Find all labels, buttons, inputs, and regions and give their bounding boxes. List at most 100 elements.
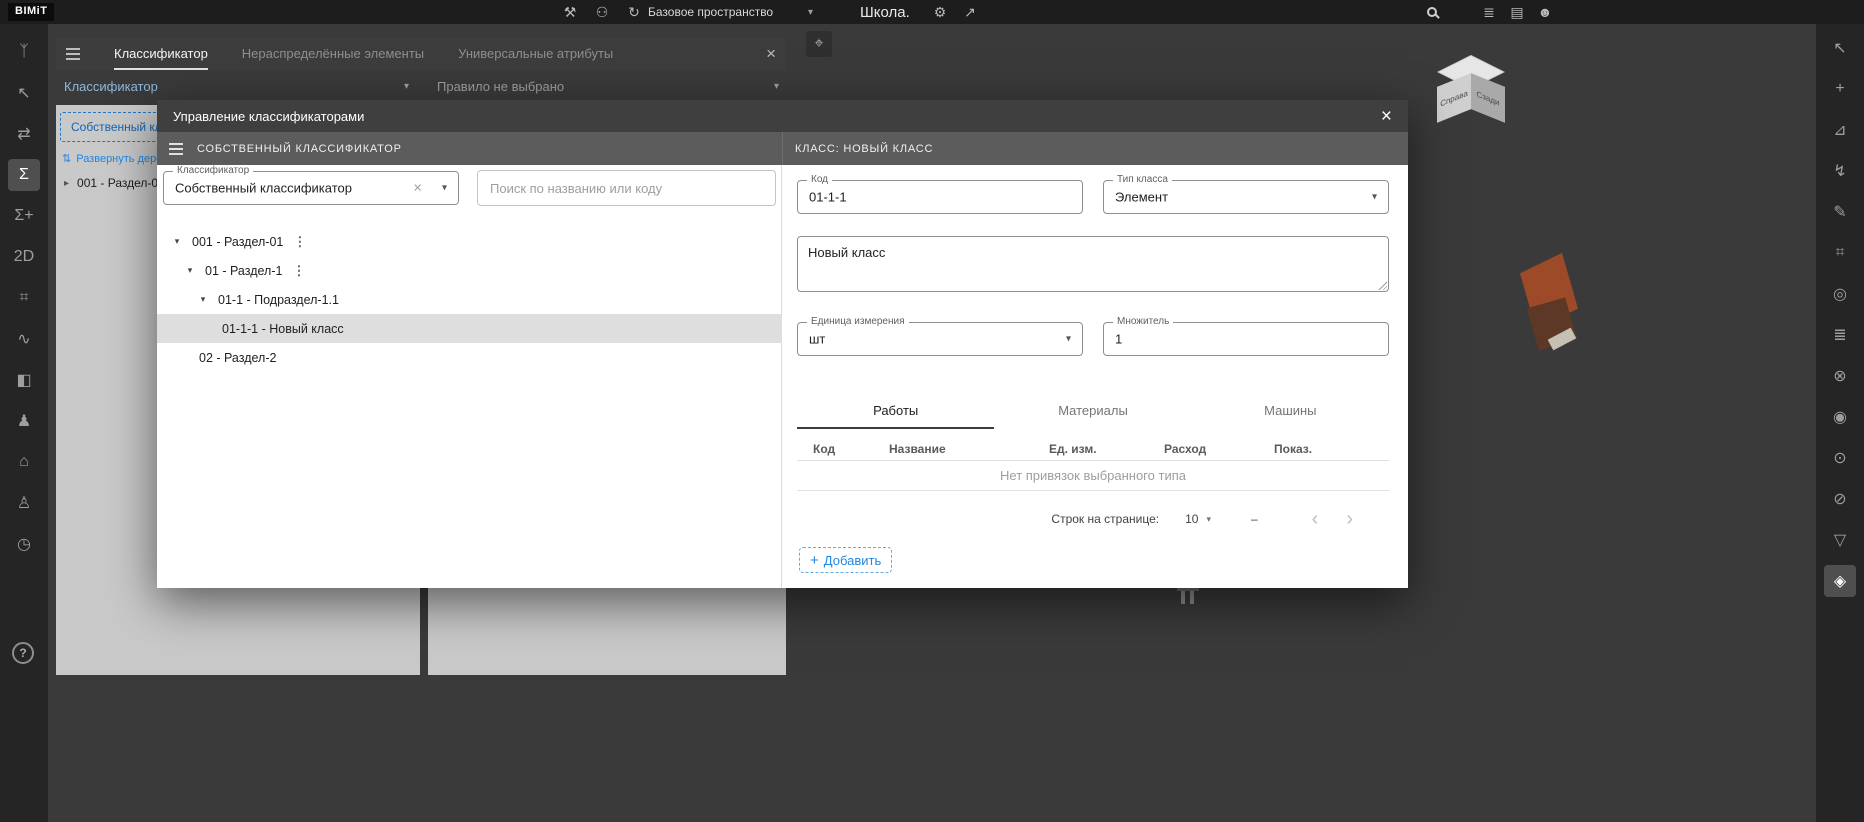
class-type-value: Элемент xyxy=(1115,190,1168,205)
sidebar-item-projects[interactable]: ⌂ xyxy=(8,446,40,478)
page-range: – xyxy=(1251,512,1258,526)
tree-row-001[interactable]: ▾ 001 - Раздел-01 ⋮ xyxy=(157,227,782,256)
collapse-caret-icon[interactable]: ▾ xyxy=(198,294,208,305)
classifier-clear-icon[interactable]: × xyxy=(413,180,422,197)
sidebar-item-hierarchy[interactable]: ⌗ xyxy=(8,282,40,314)
sidebar-item-team[interactable]: ♟ xyxy=(8,405,40,437)
tree-row-label: 01-1 - Подраздел-1.1 xyxy=(218,293,339,307)
dialog-close-icon[interactable]: × xyxy=(1381,107,1392,126)
code-field[interactable]: Код 01-1-1 xyxy=(797,180,1083,214)
class-type-caret-icon[interactable]: ▾ xyxy=(1372,192,1377,203)
panel-menu-icon[interactable] xyxy=(66,53,80,55)
share-icon[interactable]: ↗ xyxy=(960,0,980,24)
classifier-select[interactable]: Классификатор Собственный классификатор … xyxy=(163,171,459,205)
app-logo: BIMiT xyxy=(8,3,54,21)
classifier-select-value: Собственный классификатор xyxy=(175,181,352,196)
tab-machines[interactable]: Машины xyxy=(1192,403,1389,429)
class-type-select[interactable]: Тип класса Элемент ▾ xyxy=(1103,180,1389,214)
sidebar-item-connections[interactable]: ⇄ xyxy=(8,118,40,150)
add-binding-button[interactable]: + Добавить xyxy=(799,547,892,573)
viewtool-item-measure[interactable]: ⊿ xyxy=(1824,114,1856,146)
viewtool-item-layers[interactable]: ≣ xyxy=(1824,319,1856,351)
tab-materials[interactable]: Материалы xyxy=(994,403,1191,429)
next-page-button[interactable]: › xyxy=(1332,509,1367,529)
unit-caret-icon[interactable]: ▾ xyxy=(1066,334,1071,345)
rule-dropdown[interactable]: Правило не выбрано xyxy=(437,79,564,94)
tab-universal-attributes[interactable]: Универсальные атрибуты xyxy=(458,38,613,70)
multiplier-field[interactable]: Множитель 1 xyxy=(1103,322,1389,356)
class-type-label: Тип класса xyxy=(1113,174,1172,185)
viewtool-item-visibility[interactable]: ⊙ xyxy=(1824,442,1856,474)
dialog-title: Управление классификаторами xyxy=(173,109,364,124)
grid-icon: ⌗ xyxy=(1835,244,1844,262)
viewtool-item-filter[interactable]: ▽ xyxy=(1824,524,1856,556)
tab-works[interactable]: Работы xyxy=(797,403,994,429)
focus-icon: ◎ xyxy=(1833,284,1847,304)
prev-page-button[interactable]: ‹ xyxy=(1298,509,1333,529)
sidebar-item-estimates-add[interactable]: Σ+ xyxy=(8,200,40,232)
tree-caret-icon[interactable]: ▸ xyxy=(64,178,69,189)
unit-select[interactable]: Единица измерения шт ▾ xyxy=(797,322,1083,356)
sidebar-item-plugins[interactable]: ◧ xyxy=(8,364,40,396)
panel-close-icon[interactable]: × xyxy=(766,44,776,64)
panel-icon[interactable]: ▤ xyxy=(1507,0,1527,24)
viewtool-item-add-element[interactable]: + xyxy=(1824,73,1856,105)
viewtool-item-clip[interactable]: ⊗ xyxy=(1824,360,1856,392)
viewtool-item-section[interactable]: ↯ xyxy=(1824,155,1856,187)
collapse-caret-icon[interactable]: ▾ xyxy=(185,265,195,276)
user-avatar-icon[interactable]: ☻ xyxy=(1535,0,1555,24)
tree-row-02[interactable]: 02 - Раздел-2 xyxy=(157,343,782,372)
list-icon[interactable]: ≣ xyxy=(1479,0,1499,24)
viewtool-item-focus[interactable]: ◎ xyxy=(1824,278,1856,310)
classifier-dropdown-caret-icon[interactable]: ▾ xyxy=(404,81,409,92)
row-menu-icon[interactable]: ⋮ xyxy=(292,263,305,279)
pagination: Строк на странице: 10 ▾ – ‹ › xyxy=(797,505,1389,533)
tree-row-01-1[interactable]: ▾ 01-1 - Подраздел-1.1 xyxy=(157,285,782,314)
tree-row-01[interactable]: ▾ 01 - Раздел-1 ⋮ xyxy=(157,256,782,285)
cube-back-face[interactable]: Сзади xyxy=(1471,73,1505,123)
class-name-textarea[interactable] xyxy=(797,236,1389,292)
rule-dropdown-caret-icon[interactable]: ▾ xyxy=(774,81,779,92)
cube-right-face[interactable]: Справа xyxy=(1437,73,1471,123)
workspace-caret-icon[interactable]: ▾ xyxy=(808,0,813,24)
tree-row-01-1-1-selected[interactable]: 01-1-1 - Новый класс xyxy=(157,314,782,343)
tab-classifier[interactable]: Классификатор xyxy=(114,38,208,70)
workspace-selector[interactable]: Базовое пространство xyxy=(648,0,773,24)
team-icon[interactable]: ⚇ xyxy=(592,0,612,24)
sidebar-item-estimates[interactable]: Σ xyxy=(8,159,40,191)
sidebar-item-drawings-2d[interactable]: 2D xyxy=(8,241,40,273)
tree-search-input[interactable] xyxy=(477,170,776,206)
viewtool-item-phases[interactable]: ◈ xyxy=(1824,565,1856,597)
tree-row-label: 01-1-1 - Новый класс xyxy=(222,322,344,336)
classifier-dropdown[interactable]: Классификатор xyxy=(64,79,158,94)
toolbox-icon[interactable]: ⚒ xyxy=(560,0,580,24)
section-icon: ↯ xyxy=(1833,161,1846,181)
sidebar-item-select-tool[interactable]: ↖ xyxy=(8,77,40,109)
help-button[interactable]: ? xyxy=(12,642,34,664)
layers-icon: ≣ xyxy=(1833,325,1846,345)
sidebar-item-dashboard[interactable]: ◷ xyxy=(8,528,40,560)
code-field-label: Код xyxy=(807,174,832,185)
sync-icon[interactable]: ↻ xyxy=(624,0,644,24)
navigation-cube[interactable]: Справа Сзади xyxy=(1437,58,1511,126)
sidebar-item-user-add[interactable]: ♙ xyxy=(8,487,40,519)
viewtool-item-hide[interactable]: ⊘ xyxy=(1824,483,1856,515)
search-icon[interactable] xyxy=(1422,0,1442,24)
collapse-caret-icon[interactable]: ▾ xyxy=(172,236,182,247)
classifier-caret-icon[interactable]: ▾ xyxy=(442,183,447,194)
settings-gear-icon[interactable]: ⚙ xyxy=(930,0,950,24)
tab-unassigned-elements[interactable]: Нераспределённые элементы xyxy=(242,38,424,70)
viewtool-item-select[interactable]: ↖ xyxy=(1824,32,1856,64)
sidebar-item-charts[interactable]: ∿ xyxy=(8,323,40,355)
phases-icon: ◈ xyxy=(1834,571,1846,591)
rows-per-page-select[interactable]: 10 ▾ xyxy=(1185,512,1211,526)
row-menu-icon[interactable]: ⋮ xyxy=(293,234,306,250)
sidebar-item-model-structure[interactable]: ᛉ xyxy=(8,36,40,68)
clip-icon: ⊗ xyxy=(1833,366,1846,386)
viewtool-item-grid[interactable]: ⌗ xyxy=(1824,237,1856,269)
viewtool-item-point[interactable]: ◉ xyxy=(1824,401,1856,433)
focus-selection-icon[interactable]: ⌖ xyxy=(806,31,832,57)
section-menu-icon[interactable] xyxy=(169,148,183,150)
tree-item-root[interactable]: ▸ 001 - Раздел-01 xyxy=(64,176,165,190)
viewtool-item-edit-model[interactable]: ✎ xyxy=(1824,196,1856,228)
